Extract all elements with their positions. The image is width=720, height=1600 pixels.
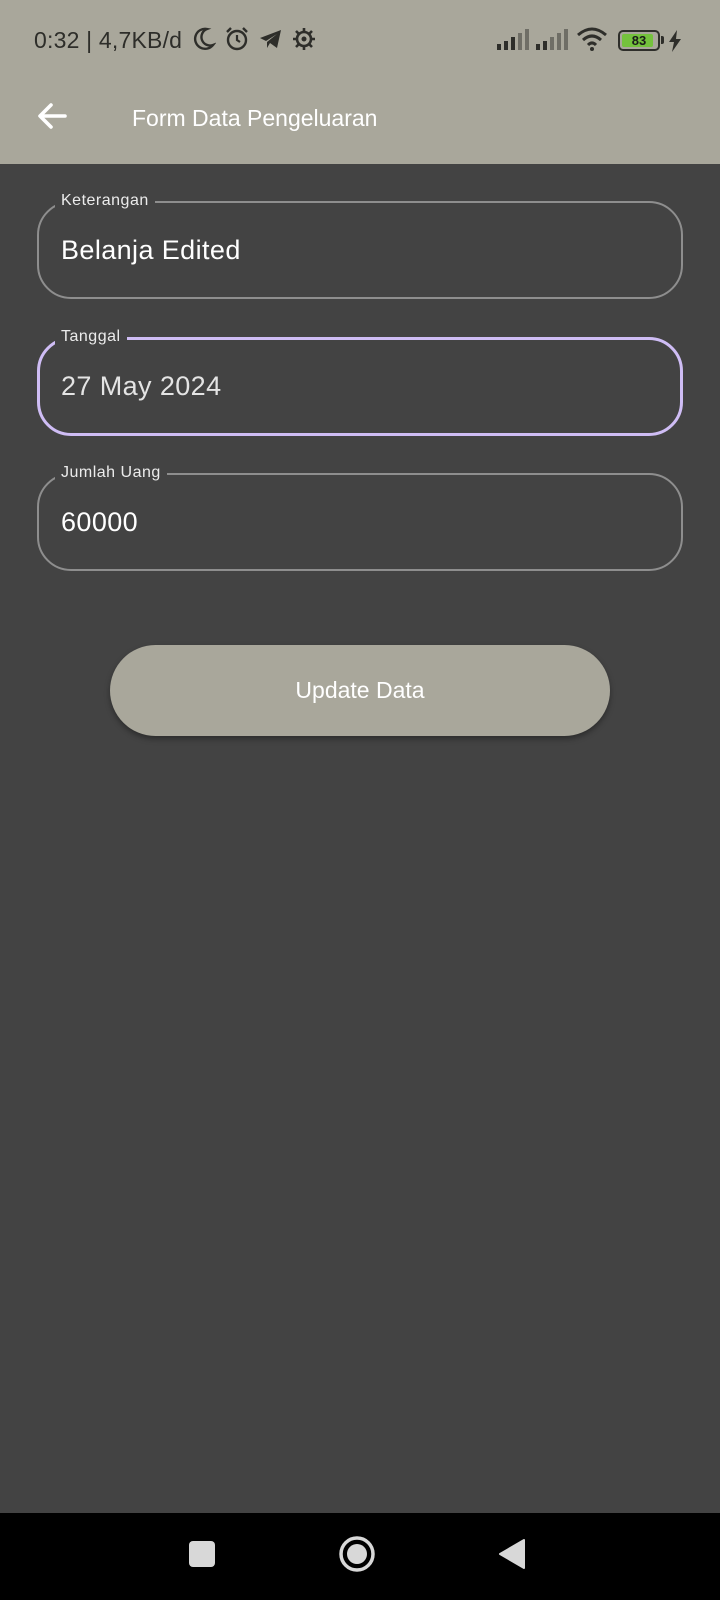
charging-icon — [668, 30, 682, 57]
signal-icon — [535, 26, 569, 57]
status-time: 0:32 | 4,7KB/d — [34, 27, 183, 53]
wifi-icon — [576, 26, 608, 57]
telegram-icon — [258, 26, 284, 57]
status-bar: 0:32 | 4,7KB/d 83 — [0, 0, 720, 82]
battery-icon: 83 — [618, 30, 660, 51]
tanggal-field: Tanggal — [37, 326, 683, 436]
alarm-icon — [224, 26, 250, 57]
arrow-left-icon — [36, 101, 68, 136]
moon-icon — [192, 26, 217, 57]
navigation-bar — [0, 1513, 720, 1600]
keterangan-field: Keterangan — [37, 190, 683, 299]
signal-icon — [496, 26, 530, 57]
jumlah-uang-input[interactable] — [61, 475, 661, 569]
header: 0:32 | 4,7KB/d 83 Form Data Pengeluaran — [0, 0, 720, 164]
battery-tip — [661, 36, 664, 44]
back-triangle-icon — [498, 1538, 526, 1575]
recents-square-icon — [188, 1540, 216, 1573]
page-title: Form Data Pengeluaran — [132, 105, 378, 131]
battery-level: 83 — [631, 33, 647, 48]
back-button[interactable] — [28, 94, 76, 142]
tanggal-input[interactable] — [61, 339, 661, 433]
update-data-button[interactable]: Update Data — [110, 645, 610, 736]
settings-gear-icon — [291, 26, 317, 57]
recents-button[interactable] — [162, 1513, 242, 1600]
back-nav-button[interactable] — [472, 1513, 552, 1600]
home-button[interactable] — [317, 1513, 397, 1600]
jumlah-uang-field: Jumlah Uang — [37, 462, 683, 571]
home-circle-icon — [338, 1535, 376, 1578]
app-bar: Form Data Pengeluaran — [0, 82, 720, 164]
keterangan-input[interactable] — [61, 203, 661, 297]
